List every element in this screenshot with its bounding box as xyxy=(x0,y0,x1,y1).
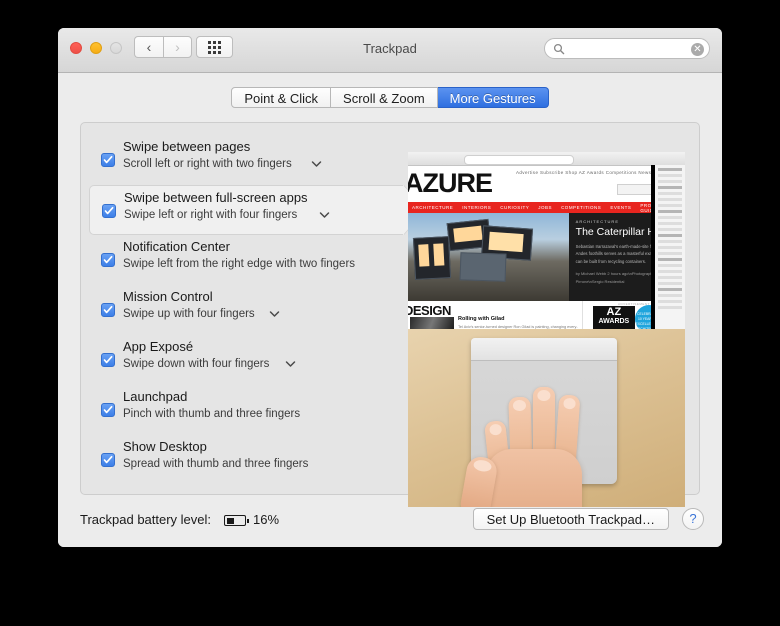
gesture-subtitle: Scroll left or right with two fingers xyxy=(123,158,292,170)
setup-bluetooth-trackpad-button[interactable]: Set Up Bluetooth Trackpad… xyxy=(472,508,669,530)
checkbox-launchpad[interactable] xyxy=(101,403,115,417)
checkmark-icon xyxy=(104,206,114,215)
gesture-demo-preview[interactable]: AZURE Advertise Subscribe Shop AZ Awards… xyxy=(408,152,685,507)
demo-screen-capture: AZURE Advertise Subscribe Shop AZ Awards… xyxy=(408,152,685,329)
site-nav-item: CURIOSITY xyxy=(500,205,530,210)
show-all-grid-icon xyxy=(208,40,221,54)
gesture-title: Notification Center xyxy=(123,239,230,254)
tab-scroll-and-zoom[interactable]: Scroll & Zoom xyxy=(331,87,438,108)
site-header: AZURE Advertise Subscribe Shop AZ Awards… xyxy=(408,166,685,202)
site-hero: ARCHITECTURE The Caterpillar House Sebas… xyxy=(408,213,685,301)
site-design-column: DESIGN Rolling with Gilad Tel Aviv's sen… xyxy=(408,301,582,329)
gesture-list: Swipe between pages Scroll left or right… xyxy=(81,123,425,494)
battery-percent-value: 16% xyxy=(253,512,280,527)
gesture-row-launchpad[interactable]: Launchpad Pinch with thumb and three fin… xyxy=(89,385,403,435)
site-article-thumbnail xyxy=(410,317,454,329)
site-nav-item: ARCHITECTURE xyxy=(412,205,454,210)
minimize-button[interactable] xyxy=(90,42,102,54)
site-sidebar-strip xyxy=(651,165,685,329)
site-lower-section: DESIGN Rolling with Gilad Tel Aviv's sen… xyxy=(408,301,685,329)
site-nav-bar: ARCHITECTURE INTERIORS CURIOSITY JOBS CO… xyxy=(408,202,685,213)
bottom-bar: Trackpad battery level: 16% Set Up Bluet… xyxy=(58,495,722,547)
az-awards-badge: AZ AWARDS xyxy=(592,306,635,329)
checkmark-icon xyxy=(103,155,113,164)
tab-point-and-click[interactable]: Point & Click xyxy=(231,87,332,108)
gestures-panel: Swipe between pages Scroll left or right… xyxy=(80,122,700,507)
gesture-subtitle: Spread with thumb and three fingers xyxy=(123,458,309,470)
gesture-row-app-expose[interactable]: App Exposé Swipe down with four fingers xyxy=(89,335,403,385)
checkmark-icon xyxy=(103,455,113,464)
gesture-row-mission-control[interactable]: Mission Control Swipe up with four finge… xyxy=(89,285,403,335)
hero-photo xyxy=(408,213,569,301)
gesture-row-swipe-between-pages[interactable]: Swipe between pages Scroll left or right… xyxy=(89,135,403,185)
chevron-down-icon[interactable] xyxy=(311,160,322,168)
trackpad-battery-bar xyxy=(471,338,617,361)
gesture-row-notification-center[interactable]: Notification Center Swipe left from the … xyxy=(89,235,403,285)
close-button[interactable] xyxy=(70,42,82,54)
checkbox-notification-center[interactable] xyxy=(101,253,115,267)
az-badge-line2: AWARDS xyxy=(598,318,630,325)
chevron-down-icon[interactable] xyxy=(269,310,280,318)
site-nav-item: INTERIORS xyxy=(462,205,492,210)
back-button[interactable]: ‹ xyxy=(134,36,163,58)
checkbox-app-expose[interactable] xyxy=(101,353,115,367)
checkmark-icon xyxy=(103,255,113,264)
hand-illustration xyxy=(459,379,596,507)
checkbox-mission-control[interactable] xyxy=(101,303,115,317)
gesture-subtitle: Swipe left from the right edge with two … xyxy=(123,258,356,270)
tab-more-gestures[interactable]: More Gestures xyxy=(437,87,549,108)
search-field[interactable]: ✕ xyxy=(544,38,710,59)
search-icon xyxy=(553,43,565,55)
help-button[interactable]: ? xyxy=(682,508,704,530)
gesture-title: Swipe between full-screen apps xyxy=(124,190,308,205)
checkbox-swipe-between-pages[interactable] xyxy=(101,153,115,167)
checkmark-icon xyxy=(103,355,113,364)
gesture-row-swipe-between-full-screen-apps[interactable]: Swipe between full-screen apps Swipe lef… xyxy=(89,185,425,235)
chevron-left-icon: ‹ xyxy=(146,39,152,55)
zoom-button[interactable] xyxy=(110,42,122,54)
trackpad-preferences-window: ‹ › Trackpad ✕ Point & Click Scroll & Zo… xyxy=(58,28,722,547)
site-logo: AZURE xyxy=(408,168,493,198)
gesture-subtitle: Swipe down with four fingers xyxy=(123,358,270,370)
window-titlebar: ‹ › Trackpad ✕ xyxy=(58,28,722,73)
forward-button[interactable]: › xyxy=(163,36,192,58)
az-badge-line1: AZ xyxy=(606,306,622,318)
clear-search-icon[interactable]: ✕ xyxy=(691,43,704,56)
browser-url-bar xyxy=(408,152,685,166)
site-nav-item: JOBS xyxy=(538,205,553,210)
battery-icon xyxy=(224,515,249,526)
checkbox-swipe-between-full-screen-apps[interactable] xyxy=(102,204,116,218)
site-article-title: Rolling with Gilad xyxy=(458,316,505,322)
url-pill xyxy=(464,154,574,165)
gesture-subtitle: Pinch with thumb and three fingers xyxy=(123,408,301,420)
site-nav-item: EVENTS xyxy=(610,205,632,210)
chevron-down-icon[interactable] xyxy=(285,360,296,368)
gesture-title: Swipe between pages xyxy=(123,139,251,154)
checkbox-show-desktop[interactable] xyxy=(101,453,115,467)
checkmark-icon xyxy=(103,405,113,414)
gesture-title: Mission Control xyxy=(123,289,213,304)
chevron-down-icon[interactable] xyxy=(319,211,330,219)
window-body: Point & Click Scroll & Zoom More Gesture… xyxy=(58,73,722,547)
gesture-title: Show Desktop xyxy=(123,439,207,454)
show-all-button[interactable] xyxy=(196,36,233,58)
gesture-row-show-desktop[interactable]: Show Desktop Spread with thumb and three… xyxy=(89,435,403,485)
site-nav-item: COMPETITIONS xyxy=(561,205,602,210)
gesture-subtitle: Swipe left or right with four fingers xyxy=(124,209,298,221)
gesture-subtitle: Swipe up with four fingers xyxy=(123,308,255,320)
gesture-title: Launchpad xyxy=(123,389,188,404)
battery-level-label: Trackpad battery level: xyxy=(80,512,212,527)
chevron-right-icon: › xyxy=(175,39,180,55)
gesture-title: App Exposé xyxy=(123,339,194,354)
checkmark-icon xyxy=(103,305,113,314)
demo-hand-footage xyxy=(408,329,685,507)
site-article: Rolling with Gilad Tel Aviv's senior-tur… xyxy=(458,316,578,329)
tab-bar: Point & Click Scroll & Zoom More Gesture… xyxy=(58,87,722,108)
